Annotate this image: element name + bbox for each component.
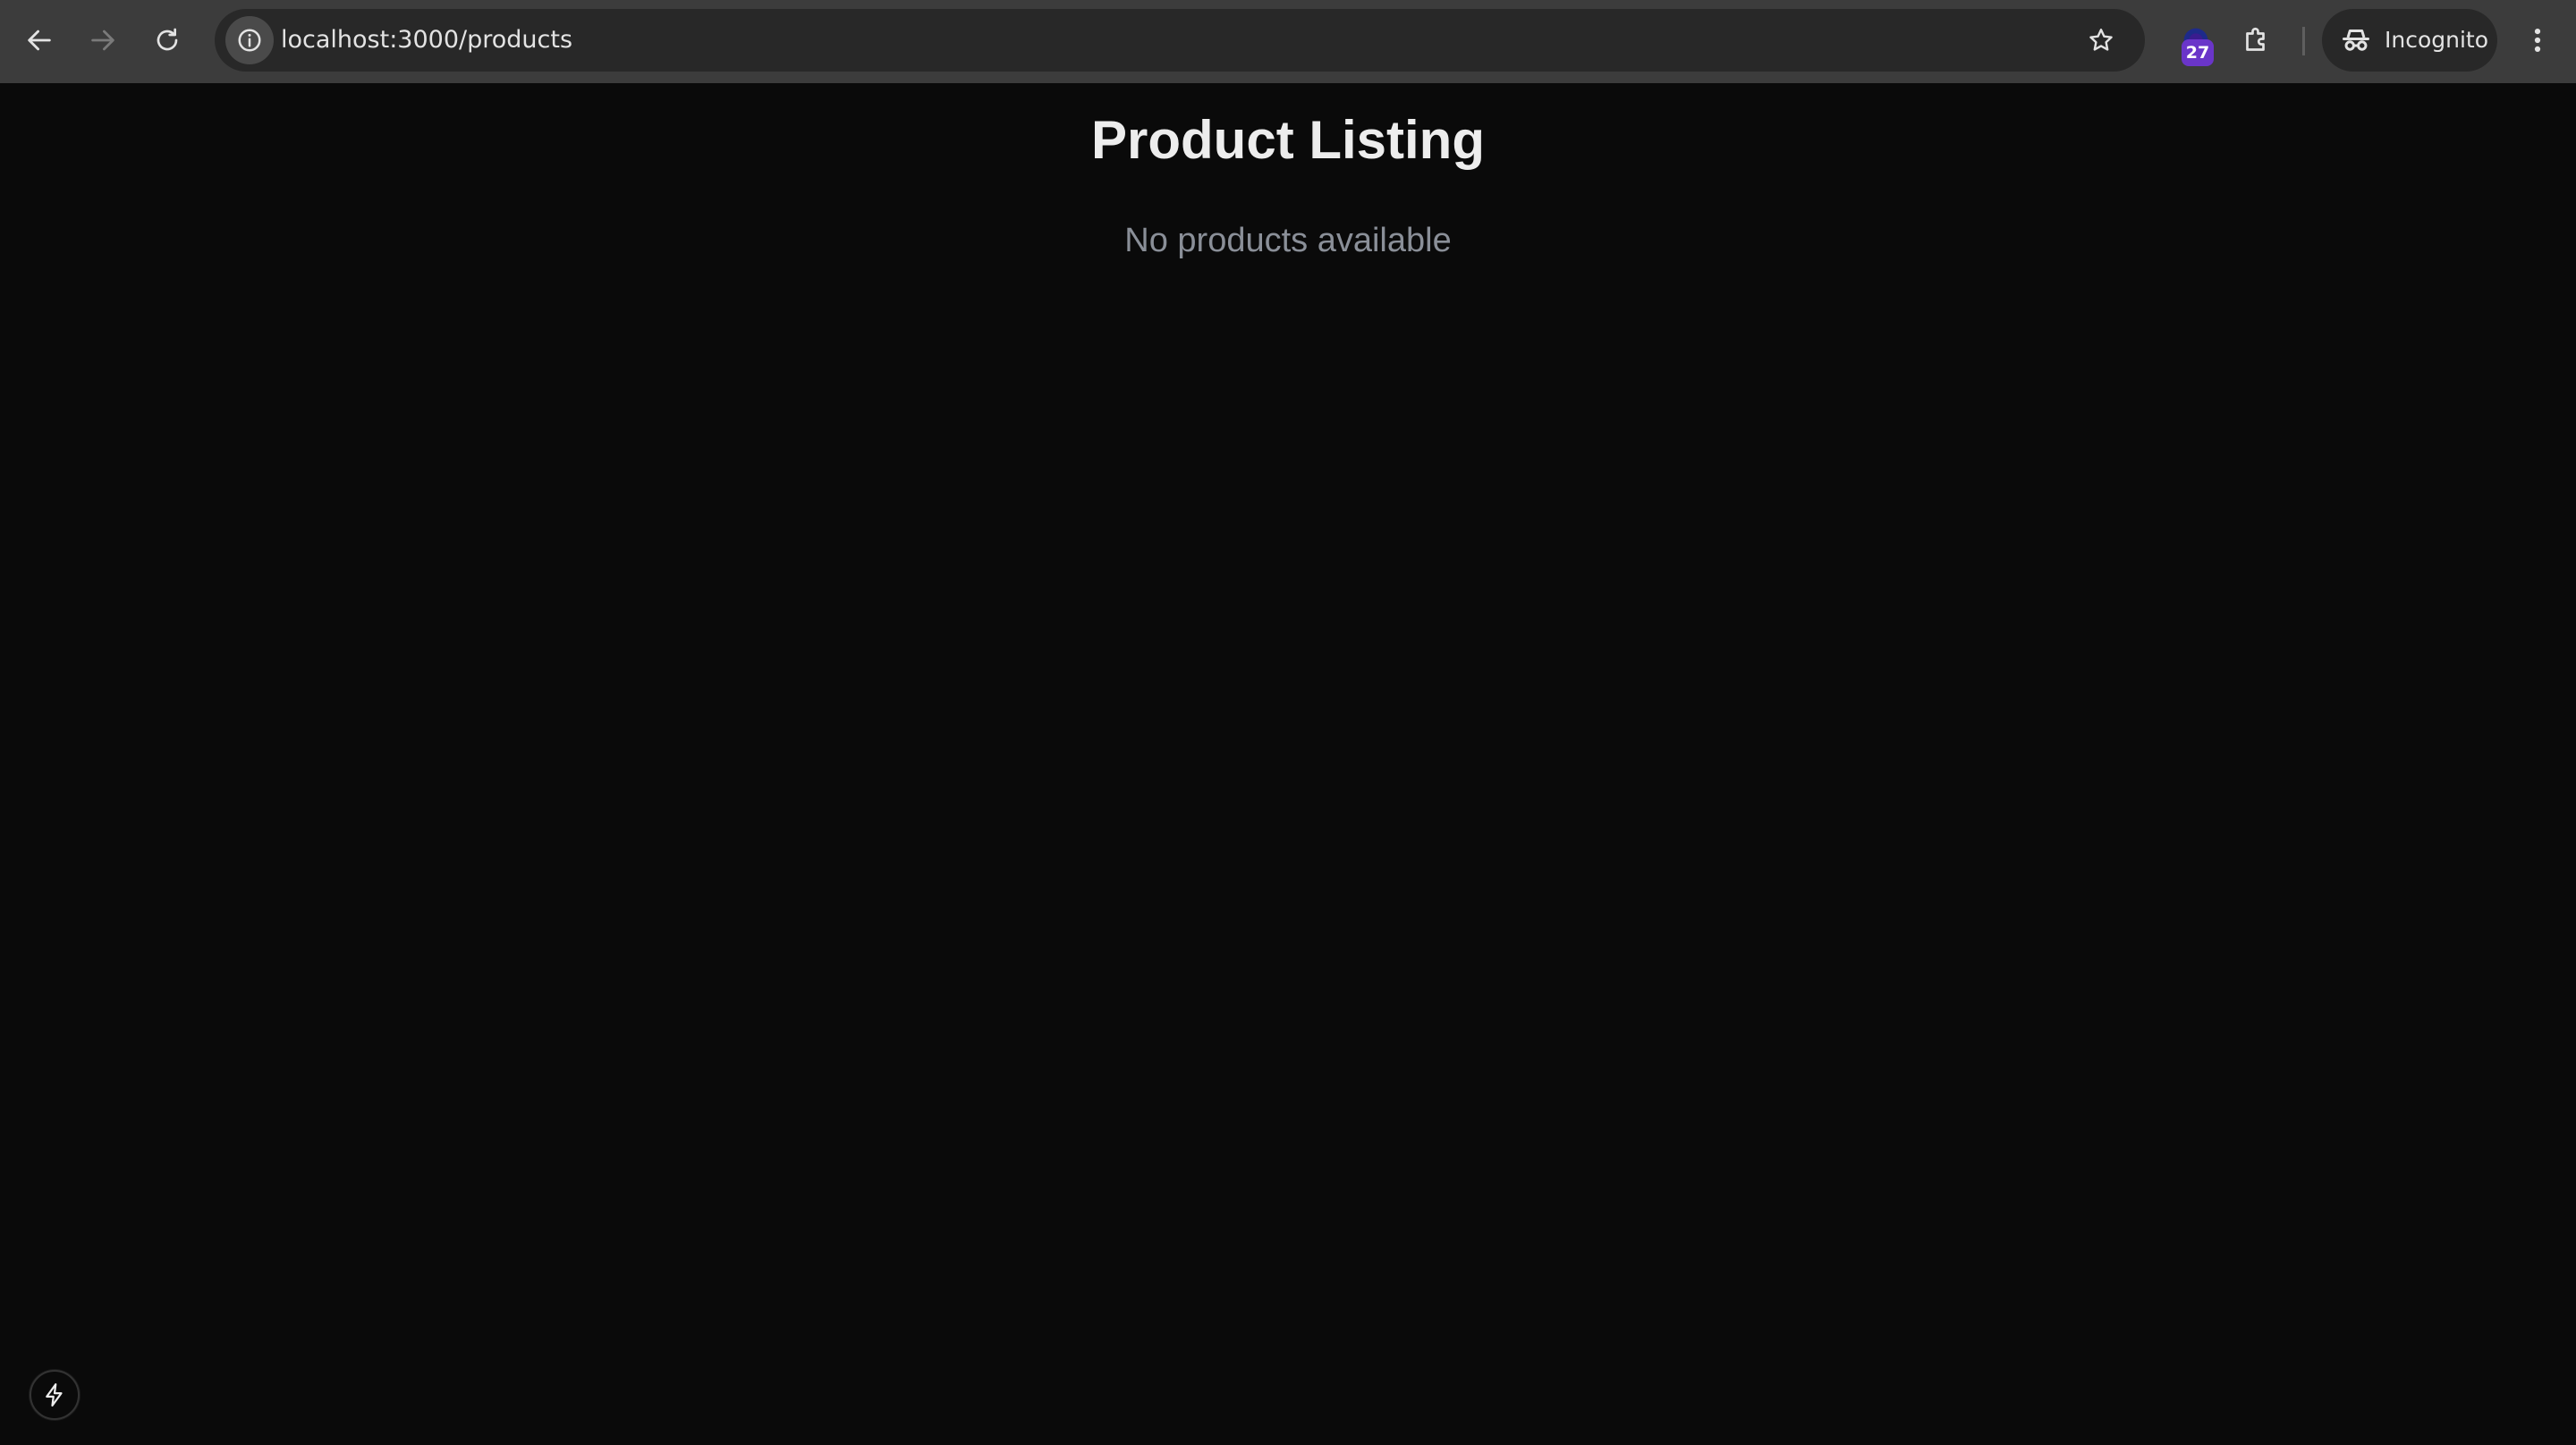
toolbar-divider bbox=[2302, 27, 2305, 55]
back-arrow-icon bbox=[28, 30, 51, 51]
incognito-label: Incognito bbox=[2385, 27, 2489, 53]
reload-button[interactable] bbox=[140, 13, 195, 68]
page-content: Product Listing No products available bbox=[0, 83, 2576, 1445]
address-bar[interactable]: localhost:3000/products bbox=[215, 9, 2145, 72]
extensions-button[interactable] bbox=[2229, 13, 2284, 68]
info-icon bbox=[238, 29, 261, 52]
star-icon bbox=[2089, 29, 2113, 51]
browser-menu-button[interactable] bbox=[2510, 13, 2565, 68]
incognito-profile-button[interactable]: Incognito bbox=[2322, 9, 2497, 72]
bookmark-button[interactable] bbox=[2077, 16, 2125, 64]
puzzle-icon bbox=[2246, 27, 2265, 51]
site-info-button[interactable] bbox=[225, 16, 274, 64]
forward-button[interactable] bbox=[75, 13, 131, 68]
back-button[interactable] bbox=[12, 13, 67, 68]
incognito-icon bbox=[2343, 30, 2369, 51]
kebab-menu-icon bbox=[2534, 28, 2541, 53]
forward-arrow-icon bbox=[91, 30, 114, 51]
extension-badge: 27 bbox=[2182, 39, 2214, 66]
url-text[interactable]: localhost:3000/products bbox=[281, 9, 572, 72]
reload-icon bbox=[157, 28, 178, 51]
dev-tools-indicator-button[interactable] bbox=[30, 1370, 80, 1420]
page-title: Product Listing bbox=[1091, 110, 1485, 170]
lightning-bolt-icon bbox=[46, 1383, 63, 1407]
browser-toolbar: localhost:3000/products 27 Incognito bbox=[0, 0, 2576, 83]
empty-state-message: No products available bbox=[1124, 222, 1452, 259]
